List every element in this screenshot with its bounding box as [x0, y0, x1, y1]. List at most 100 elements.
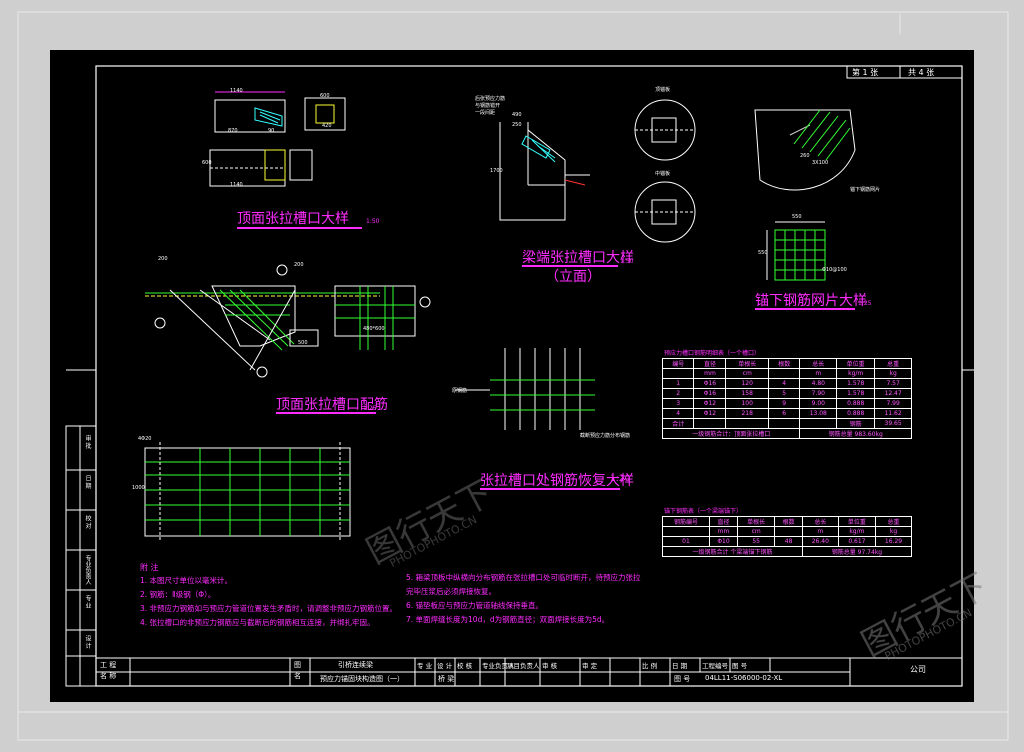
- tb-company: 公司: [910, 665, 926, 674]
- table-cell: 01: [662, 536, 710, 547]
- table-cell: cm: [725, 368, 769, 379]
- dim-label: 1140: [230, 182, 243, 188]
- tb-column-label: 图 号: [732, 662, 748, 670]
- dim-label: 250: [512, 122, 522, 128]
- tb-no-label: 图 号: [674, 675, 691, 683]
- table-cell: 100: [725, 398, 769, 409]
- dim-label: 1700: [490, 168, 503, 174]
- rebar-table-1: 编号 直径 单根长 根数 总长 单位重 总重 mm cm m kg/m kg 1 Φ16 120 4 4.80 1…: [661, 358, 912, 439]
- table-cell: 11.62: [874, 408, 912, 419]
- table-unit-row: mm cm m kg/m kg: [662, 526, 912, 537]
- dim-label: 550: [792, 214, 802, 220]
- table-cell: 总重: [874, 358, 912, 369]
- table-cell: 9.00: [799, 398, 838, 409]
- dim-label: 200: [158, 256, 168, 262]
- cad-drawing-canvas[interactable]: 第 1 张 共 4 张 顶面张拉槽口大样 1:50 梁端张拉槽口大样 1:50 …: [50, 50, 974, 702]
- table-cell: 1: [661, 378, 695, 389]
- table-cell: [661, 368, 695, 379]
- table-cell: 1.578: [836, 388, 876, 399]
- detail-top-slot: [209, 91, 346, 187]
- table-cell: 编号: [661, 358, 695, 369]
- detail-rebar-restore: [455, 348, 595, 430]
- table-cell: 48: [774, 536, 803, 547]
- dim-label: Φ10@100: [822, 267, 847, 273]
- note-line: 完毕压浆后必须焊接恢复。: [406, 587, 496, 596]
- table-cell: 2: [661, 388, 695, 399]
- dim-label: 200: [294, 262, 304, 268]
- table-cell: 7.90: [799, 388, 838, 399]
- table-cell: kg/m: [837, 526, 877, 537]
- table-cell: 钢筋编号: [662, 516, 710, 527]
- table-cell: mm: [693, 368, 727, 379]
- table-cell: [662, 526, 710, 537]
- side-strip-label: 校 对: [84, 515, 91, 529]
- table-cell: 218: [725, 408, 769, 419]
- dim-label: 260: [800, 153, 810, 159]
- table-cell: 3: [661, 398, 695, 409]
- title-underline: [237, 227, 362, 229]
- table-cell: 0.888: [836, 398, 876, 409]
- dim-label: 1140: [230, 88, 243, 94]
- tb-column-label: 工程编号: [702, 662, 728, 670]
- table-cell: [774, 526, 803, 537]
- table-cell: 一级钢筋合计：顶面张拉槽口: [661, 428, 801, 439]
- side-strip-label: 专业负责人: [84, 555, 91, 585]
- tb-column-label: 日 期: [672, 662, 688, 670]
- table-cell: [767, 418, 801, 429]
- table-row: 3 Φ12 100 9 9.00 0.888 7.99: [661, 398, 912, 409]
- label-note: 原钢筋: [452, 388, 468, 394]
- table-cell: 单根长: [737, 516, 776, 527]
- dim-label: 4Φ20: [138, 436, 152, 442]
- rebar-table-2: 钢筋编号 直径 单根长 根数 总长 单位重 总重 mm cm m kg/m kg 01 Φ10 55 48 26…: [662, 516, 913, 557]
- dim-label: 500: [298, 340, 308, 346]
- scale-mesh: 1:25: [858, 300, 872, 307]
- table-total-row: 合计 钢筋 39.65: [661, 418, 912, 429]
- dim-label: 420: [322, 123, 332, 129]
- table-cell: 4: [767, 378, 801, 389]
- dim-label: 550: [758, 250, 768, 256]
- table-cell: 一级钢筋合计 个梁端锚下钢筋: [662, 546, 803, 557]
- scale-beam-end: 1:50: [620, 258, 634, 265]
- table-cell: 26.40: [801, 536, 839, 547]
- table-cell: 5: [767, 388, 801, 399]
- table-cell: 12.47: [874, 388, 912, 399]
- notes-heading: 附 注: [140, 563, 159, 572]
- table-cell: 0.617: [837, 536, 877, 547]
- title-underline: [276, 412, 376, 414]
- table-footer-row: 一级钢筋合计 个梁端锚下钢筋 钢筋总量 97.74kg: [662, 546, 913, 557]
- dim-label: 600: [320, 93, 330, 99]
- detail-beam-end: [499, 122, 590, 221]
- tb-specialty: 桥 梁: [438, 675, 455, 683]
- dim-label: 490: [512, 112, 522, 118]
- table-cell: 55: [737, 536, 776, 547]
- table-cell: 总长: [799, 358, 838, 369]
- table-cell: 单位重: [836, 358, 876, 369]
- sheet-total: 共 4 张: [908, 68, 935, 77]
- tb-column-label: 项目负责人: [507, 662, 540, 670]
- label-note: 与钢筋错开: [475, 103, 501, 109]
- table-footer-row: 一级钢筋合计：顶面张拉槽口 钢筋总量 983.60kg: [661, 428, 912, 439]
- note-line: 7. 单面焊缝长度为10d，d为钢筋直径；双面焊接长度为5d。: [406, 615, 610, 624]
- table-cell: 0.888: [836, 408, 876, 419]
- title-beam-end-sub: （立面）: [545, 269, 601, 285]
- table-cell: cm: [737, 526, 776, 537]
- table-cell: Φ12: [693, 398, 727, 409]
- table-cell: 钢筋: [836, 418, 876, 429]
- tb-drawing-label: 图 名: [294, 661, 301, 680]
- dim-label: 480*600: [363, 326, 385, 332]
- table-cell: [799, 418, 838, 429]
- table-cell: 158: [725, 388, 769, 399]
- note-line: 2. 钢筋：Ⅱ级钢（Φ）。: [140, 590, 216, 599]
- table-row: 4 Φ12 218 6 13.08 0.888 11.62: [661, 408, 912, 419]
- tb-column-label: 设 计: [437, 662, 453, 670]
- label-note: 一段间距: [475, 110, 496, 116]
- detail-mesh-plan: [766, 221, 826, 281]
- label-note: 中锚板: [655, 171, 671, 177]
- dim-label: 600: [202, 160, 212, 166]
- table-cell: kg: [875, 526, 912, 537]
- table-cell: Φ16: [693, 378, 727, 389]
- table-cell: 16.29: [875, 536, 912, 547]
- table-cell: Φ10: [708, 536, 739, 547]
- tb-column-label: 比 例: [642, 662, 658, 670]
- note-line: 4. 张拉槽口的非预应力钢筋应与截断后的钢筋相互连接，并绑扎牢固。: [140, 618, 375, 627]
